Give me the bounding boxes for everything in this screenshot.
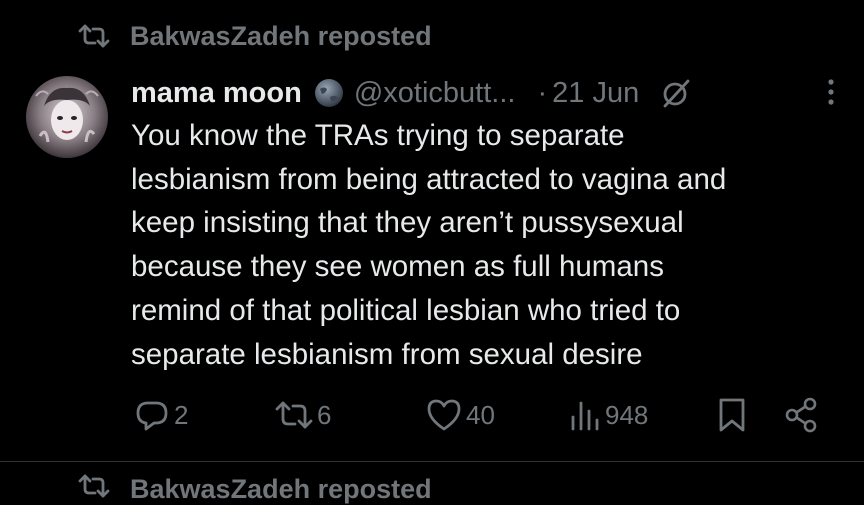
repost-count: 6: [317, 399, 332, 430]
next-repost-indicator[interactable]: BakwasZadeh reposted: [78, 474, 432, 505]
user-avatar[interactable]: [26, 76, 108, 158]
grok-icon[interactable]: [660, 76, 694, 110]
tweet-text: You know the TRAs trying to separate les…: [131, 119, 727, 371]
repost-indicator[interactable]: BakwasZadeh reposted: [78, 18, 432, 54]
post-date[interactable]: 21 Jun: [552, 77, 639, 110]
repost-icon: [275, 400, 313, 430]
reply-count: 2: [174, 399, 189, 430]
reply-icon: [134, 397, 170, 433]
reply-button[interactable]: 2: [134, 392, 188, 438]
repost-button[interactable]: 6: [275, 392, 331, 438]
repost-icon: [78, 474, 110, 505]
views-button[interactable]: 948: [569, 392, 648, 438]
bookmark-icon: [718, 397, 746, 433]
tweet-actions: 2 6 40 948: [0, 392, 864, 438]
like-count: 40: [466, 399, 495, 430]
bookmark-button[interactable]: [718, 392, 746, 438]
like-button[interactable]: 40: [426, 392, 495, 438]
user-handle[interactable]: @xoticbutt...: [354, 77, 516, 110]
display-name[interactable]: mama moon: [131, 77, 302, 110]
next-repost-text: BakwasZadeh reposted: [130, 474, 432, 504]
repost-icon: [78, 24, 110, 48]
share-button[interactable]: [784, 392, 818, 438]
tweet-header: mama moon @xoticbutt... · 21 Jun: [131, 72, 841, 114]
divider: [0, 461, 864, 462]
views-icon: [569, 398, 601, 432]
views-count: 948: [605, 399, 649, 430]
more-options-icon[interactable]: [827, 78, 835, 106]
share-icon: [784, 397, 818, 433]
heart-icon: [426, 398, 462, 432]
separator-dot: ·: [537, 76, 548, 109]
globe-icon: [313, 77, 345, 109]
repost-text: BakwasZadeh reposted: [130, 20, 432, 51]
